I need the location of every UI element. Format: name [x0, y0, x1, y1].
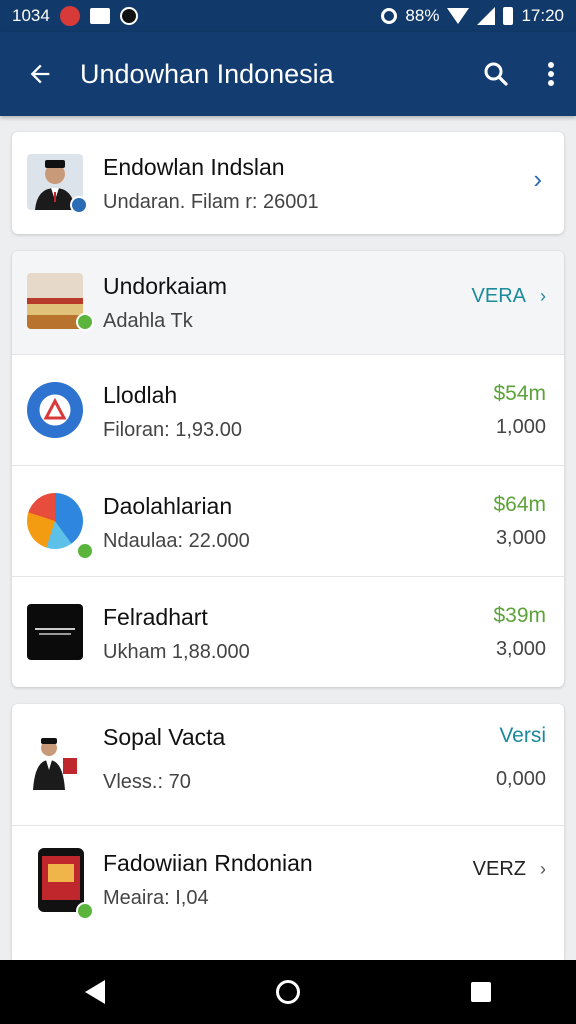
app-logo-icon	[27, 382, 83, 438]
chevron-right-icon[interactable]: ›	[533, 164, 542, 195]
profile-row[interactable]: Endowlan Indslan Undaran. Filam r: 26001…	[12, 132, 564, 234]
status-time-left: 1034	[12, 6, 50, 25]
item-amount: $54m	[493, 382, 546, 405]
notification-app-icon	[59, 6, 80, 26]
item-subtitle: Meaira: I,04	[103, 887, 209, 909]
search-icon	[484, 62, 508, 86]
status-badge-icon	[76, 313, 94, 331]
chevron-right-icon[interactable]: ›	[540, 859, 546, 880]
system-nav-bar	[0, 960, 576, 1024]
item-title: Felradhart	[103, 604, 208, 630]
verified-icon	[70, 196, 88, 214]
item-title: Llodlah	[103, 382, 178, 408]
list-item[interactable]: Felradhart Ukham 1,88.000 $39m 3,000	[12, 577, 564, 687]
page-title: Undowhan Indonesia	[80, 58, 334, 89]
person-thumbnail	[27, 734, 83, 790]
list-item[interactable]: Llodlah Filoran: 1,93.00 $54m 1,000	[12, 355, 564, 466]
item-title: Fadowiian Rndonian	[103, 850, 313, 876]
status-badge-icon	[76, 542, 94, 560]
battery-percent: 88%	[405, 6, 440, 25]
search-button[interactable]	[466, 59, 526, 89]
arrow-left-icon	[30, 64, 50, 84]
list-item[interactable]: Undorkaiam Adahla Tk VERA ›	[12, 251, 564, 355]
item-title: Undorkaiam	[103, 273, 227, 299]
status-badge-icon	[76, 902, 94, 920]
item-subtitle: Ndaulaa: 22.000	[103, 530, 250, 552]
profile-name: Endowlan Indslan	[103, 154, 285, 180]
item-title: Daolahlarian	[103, 493, 233, 519]
bottom-card: Sopal Vacta Vless.: 70 Versi 0,000 Fadow…	[12, 704, 564, 960]
list-item[interactable]: Daolahlarian Ndaulaa: 22.000 $64m 3,000	[12, 466, 564, 577]
item-count: 0,000	[495, 768, 546, 790]
status-bar: 1034 88% 17:20	[0, 0, 576, 32]
chevron-right-icon[interactable]: ›	[540, 286, 546, 307]
profile-subtitle: Undaran. Filam r: 26001	[103, 191, 319, 213]
item-count: 3,000	[495, 638, 546, 660]
battery-icon	[503, 7, 514, 25]
signal-icon	[477, 7, 496, 25]
item-subtitle: Filoran: 1,93.00	[103, 419, 242, 441]
nav-back-icon[interactable]	[85, 980, 106, 1004]
more-vert-icon	[548, 62, 554, 86]
list-item[interactable]: Sopal Vacta Vless.: 70 Versi 0,000	[12, 704, 564, 826]
item-subtitle: Adahla Tk	[103, 310, 193, 332]
wifi-icon	[447, 8, 470, 24]
list-card: Undorkaiam Adahla Tk VERA › Llodlah Filo…	[12, 251, 564, 687]
item-tag: VERA	[471, 285, 526, 307]
list-item[interactable]: Fadowiian Rndonian Meaira: I,04 VERZ ›	[12, 826, 564, 960]
nav-home-icon[interactable]	[275, 980, 300, 1004]
item-title: Sopal Vacta	[103, 724, 226, 750]
more-button[interactable]	[526, 60, 576, 88]
profile-card[interactable]: Endowlan Indslan Undaran. Filam r: 26001…	[12, 132, 564, 234]
alarm-icon	[381, 8, 398, 24]
app-bar: Undowhan Indonesia	[0, 32, 576, 116]
phone-thumbnail	[38, 848, 84, 912]
item-count: 1,000	[495, 416, 546, 438]
item-amount: $64m	[493, 493, 546, 516]
item-tag: VERZ	[472, 858, 526, 880]
nav-recents-icon[interactable]	[470, 982, 491, 1002]
item-subtitle: Ukham 1,88.000	[103, 641, 250, 663]
item-count: 3,000	[495, 527, 546, 549]
item-tag: Versi	[499, 724, 546, 747]
event-thumbnail	[27, 273, 83, 329]
video-thumbnail	[27, 604, 83, 660]
item-amount: $39m	[493, 604, 546, 627]
app-logo-icon	[27, 493, 83, 549]
item-subtitle: Vless.: 70	[103, 771, 191, 793]
back-button[interactable]	[0, 60, 80, 88]
notification-camera-icon	[119, 7, 138, 25]
notification-mail-icon	[89, 8, 110, 24]
status-time-right: 17:20	[521, 6, 564, 25]
